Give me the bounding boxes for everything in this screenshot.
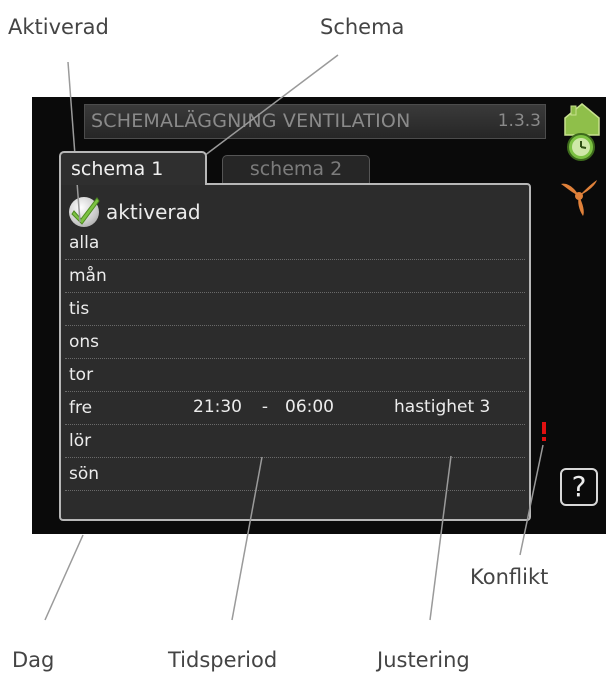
- leader-time-period: [231, 456, 263, 621]
- tab-schema-1[interactable]: schema 1: [59, 151, 207, 185]
- leader-adjustment: [429, 455, 452, 621]
- leader-schedule: [195, 54, 339, 163]
- leader-activated: [67, 61, 81, 223]
- leader-conflict: [519, 444, 544, 556]
- leader-day: [44, 534, 84, 621]
- tab-label: schema 1: [71, 158, 164, 180]
- callout-leader-lines: [44, 54, 544, 621]
